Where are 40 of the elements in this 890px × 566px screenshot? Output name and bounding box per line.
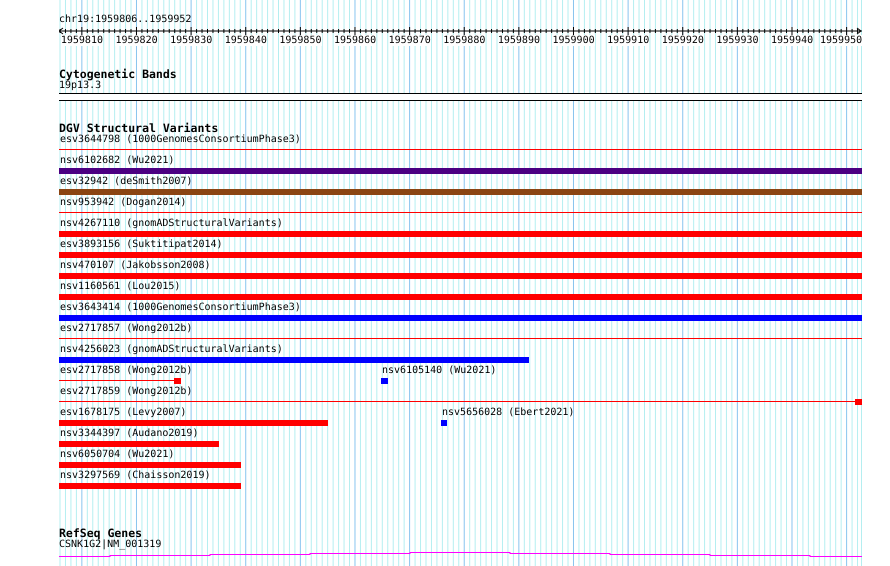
band-label: 19p13.3 (59, 80, 102, 92)
variant-label: esv32942 (deSmith2007) (60, 176, 192, 188)
variant-label: esv3893156 (Suktitipat2014) (60, 239, 223, 251)
ruler-label: 1959860 (334, 35, 376, 46)
track-title: Cytogenetic Bands (59, 68, 178, 80)
variant-label: nsv5656028 (Ebert2021) (442, 407, 574, 419)
variant-label: esv2717859 (Wong2012b) (60, 386, 192, 398)
variant-label: esv1678175 (Levy2007) (60, 407, 186, 419)
track-title: DGV Structural Variants (59, 122, 218, 134)
variant-label: nsv6050704 (Wu2021) (60, 449, 174, 461)
variant-label: esv3644798 (1000GenomesConsortiumPhase3) (60, 134, 301, 146)
variant-label: esv2717857 (Wong2012b) (60, 323, 192, 335)
ruler-label: 1959950 (820, 35, 862, 46)
variant-label: nsv4256023 (gnomADStructuralVariants) (60, 344, 283, 356)
ruler-label: 1959900 (552, 35, 595, 46)
ruler-label: 1959930 (716, 35, 759, 46)
variant-label: nsv4267110 (gnomADStructuralVariants) (60, 218, 283, 230)
ruler-label: 1959830 (170, 35, 212, 46)
ruler-label: 1959880 (443, 35, 486, 46)
ruler-label: 1959940 (770, 35, 814, 46)
position-label: chr19:1959806..1959952 (59, 14, 192, 26)
variant-label: nsv3344397 (Audano2019) (60, 428, 198, 440)
variant-label: nsv953942 (Dogan2014) (60, 197, 186, 209)
variant-label: esv2717858 (Wong2012b) (60, 365, 192, 377)
variant-label: nsv6102682 (Wu2021) (60, 155, 174, 167)
ruler-label: 1959870 (388, 35, 431, 46)
variant-label: esv3643414 (1000GenomesConsortiumPhase3) (60, 302, 301, 314)
ruler-label: 1959850 (279, 35, 322, 46)
variant-label: nsv470107 (Jakobsson2008) (60, 260, 211, 272)
ruler-label: 1959820 (115, 35, 158, 46)
track-title: RefSeq Genes (59, 527, 142, 539)
gene-label: CSNK1G2|NM_001319 (59, 539, 162, 551)
variant-label: nsv1160561 (Lou2015) (60, 281, 180, 293)
ruler-label: 1959910 (607, 35, 650, 46)
ruler-label: 1959890 (498, 35, 540, 46)
ruler-label: 1959840 (224, 35, 267, 46)
ruler-label: 1959810 (60, 35, 103, 46)
variant-label: nsv3297569 (Chaisson2019) (60, 470, 211, 482)
variant-label: nsv6105140 (Wu2021) (382, 365, 496, 377)
ruler-label: 1959920 (662, 35, 704, 46)
